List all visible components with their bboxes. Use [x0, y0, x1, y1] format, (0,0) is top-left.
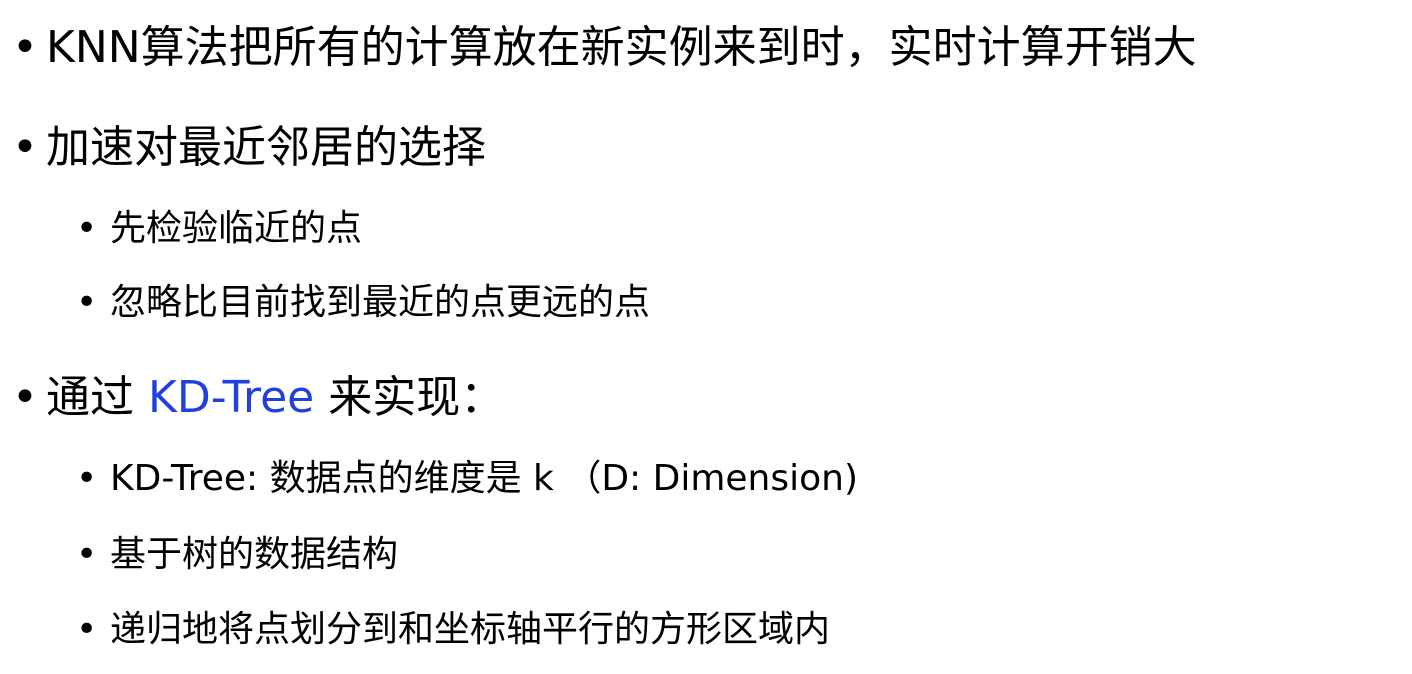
sub-bullet-text: 递归地将点划分到和坐标轴平行的方形区域内 [110, 609, 831, 650]
sub-bullet-item-recursive-partition: • 递归地将点划分到和坐标轴平行的方形区域内 [76, 607, 830, 653]
bullet-dot-icon: • [12, 22, 38, 73]
sub-bullet-item-ignore-far: • 忽略比目前找到最近的点更远的点 [76, 280, 650, 326]
bullet-item-kdtree: • 通过 KD-Tree 来实现： [12, 370, 504, 426]
kdtree-highlight: KD-Tree [148, 372, 315, 423]
bullet-text: 加速对最近邻居的选择 [46, 122, 486, 173]
slide-content: • KNN算法把所有的计算放在新实例来到时，实时计算开销大 • 加速对最近邻居的… [0, 0, 1412, 674]
sub-bullet-item-kdtree-def: • KD-Tree: 数据点的维度是 k （D: Dimension) [76, 456, 858, 502]
bullet-dot-icon: • [12, 122, 38, 173]
sub-bullet-text: KD-Tree: 数据点的维度是 k （D: Dimension) [110, 458, 859, 499]
bullet-dot-icon: • [76, 534, 98, 575]
bullet-text: KNN算法把所有的计算放在新实例来到时，实时计算开销大 [46, 22, 1197, 73]
sub-bullet-text: 先检验临近的点 [110, 208, 363, 249]
bullet-dot-icon: • [12, 372, 38, 423]
sub-bullet-item-check-near: • 先检验临近的点 [76, 206, 362, 252]
bullet-dot-icon: • [76, 458, 98, 499]
bullet-dot-icon: • [76, 609, 98, 650]
sub-bullet-text: 基于树的数据结构 [110, 534, 399, 575]
bullet-text: 通过 KD-Tree 来实现： [46, 370, 504, 426]
bullet-item-knn-cost: • KNN算法把所有的计算放在新实例来到时，实时计算开销大 [12, 20, 1197, 76]
bullet-item-accelerate: • 加速对最近邻居的选择 [12, 120, 486, 176]
sub-bullet-item-tree-structure: • 基于树的数据结构 [76, 532, 398, 578]
bullet-dot-icon: • [76, 282, 98, 323]
bullet-text-prefix: 通过 [46, 372, 148, 423]
bullet-dot-icon: • [76, 208, 98, 249]
sub-bullet-text: 忽略比目前找到最近的点更远的点 [110, 282, 651, 323]
bullet-text-suffix: 来实现： [314, 372, 505, 423]
